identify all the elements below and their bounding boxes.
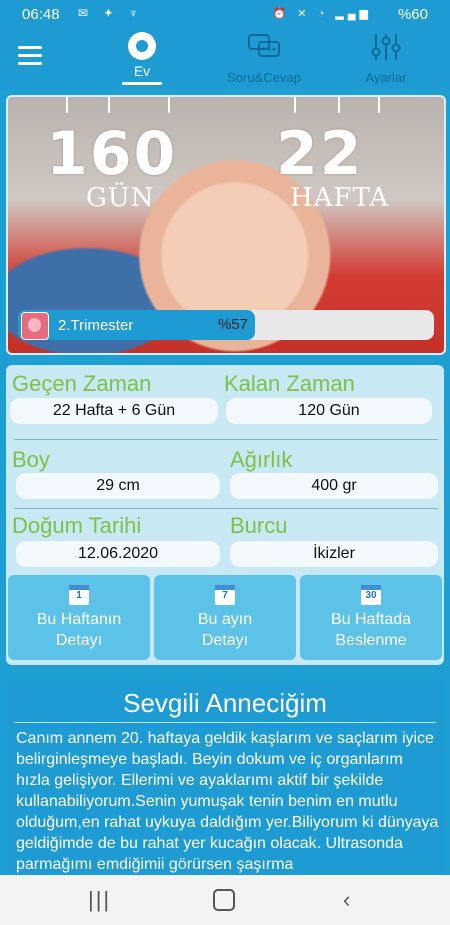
trimester-label: 2.Trimester (58, 317, 134, 334)
notification-icons: ✉ ✦ ♆ (78, 6, 144, 20)
chat-bubbles-icon (248, 34, 280, 57)
zodiac-value: İkizler (230, 541, 438, 567)
calendar-icon: 1 (69, 585, 89, 605)
status-time: 06:48 (22, 6, 60, 23)
height-label: Boy (12, 447, 50, 472)
pregnancy-info-card: Geçen Zaman 22 Hafta + 6 Gün Kalan Zaman… (6, 365, 444, 665)
battery-level: %60 (397, 6, 428, 23)
tab-settings-label: Ayarlar (365, 70, 407, 85)
back-icon[interactable]: ‹ (343, 887, 350, 913)
weight-label: Ağırlık (230, 447, 293, 472)
zodiac-label: Burcu (230, 513, 288, 538)
progress-percent: %57 (218, 316, 249, 333)
month-detail-button[interactable]: 7 Bu ayın Detayı (154, 575, 296, 660)
home-icon[interactable] (213, 889, 235, 911)
days-unit: GÜN (86, 183, 155, 213)
calendar-icon: 7 (215, 585, 235, 605)
button-label-line2: Detayı (201, 632, 249, 649)
status-bar: 06:48 ✉ ✦ ♆ ⏰ ✕ ◔ ▂▄▆ %60 (0, 0, 450, 28)
button-label-line1: Bu Haftanın (36, 611, 122, 628)
pregnancy-progress-bar: 2.Trimester %57 (18, 310, 434, 340)
due-date-value: 12.06.2020 (16, 541, 220, 567)
weeks-count: 22 (276, 119, 364, 189)
height-value: 29 cm (16, 473, 220, 499)
days-count: 160 (46, 119, 178, 189)
recent-apps-icon[interactable]: ||| (88, 887, 111, 913)
remaining-value: 120 Gün (226, 398, 432, 424)
letter-body: Canım annem 20. haftaya geldik kaşlarım … (16, 730, 439, 873)
hanging-string (168, 97, 170, 113)
divider (14, 508, 438, 509)
elapsed-label: Geçen Zaman (12, 371, 152, 396)
hanging-string (294, 97, 296, 113)
due-date-label: Doğum Tarihi (12, 513, 142, 538)
menu-icon[interactable] (18, 46, 42, 66)
week-detail-button[interactable]: 1 Bu Haftanın Detayı (8, 575, 150, 660)
hanging-string (66, 97, 68, 113)
top-navigation: Ev Soru&Cevap Ayarlar (0, 28, 450, 90)
sliders-icon (371, 34, 401, 60)
button-label-line2: Detayı (55, 632, 103, 649)
system-icons: ⏰ ✕ ◔ ▂▄▆ (272, 8, 372, 20)
system-navigation-bar: ||| ‹ (0, 875, 450, 925)
remaining-label: Kalan Zaman (224, 371, 355, 396)
tab-settings[interactable]: Ayarlar (356, 32, 416, 85)
button-label-line1: Bu Haftada (330, 611, 412, 628)
letter-card: Sevgili Anneciğim Canım annem 20. haftay… (6, 680, 444, 880)
tab-home[interactable]: Ev (112, 32, 172, 85)
weeks-unit: HAFTA (290, 183, 390, 213)
hanging-string (338, 97, 340, 113)
weight-value: 400 gr (230, 473, 438, 499)
baby-face-icon (128, 32, 156, 60)
button-label-line2: Beslenme (335, 632, 407, 649)
elapsed-value: 22 Hafta + 6 Gün (10, 398, 218, 424)
divider (14, 722, 436, 723)
divider (14, 439, 438, 440)
week-nutrition-button[interactable]: 30 Bu Haftada Beslenme (300, 575, 442, 660)
tab-home-label: Ev (122, 63, 162, 85)
calendar-icon: 30 (361, 585, 381, 605)
letter-title: Sevgili Anneciğim (123, 688, 327, 718)
button-label-line1: Bu ayın (197, 611, 253, 628)
hanging-string (378, 97, 380, 113)
fetus-icon (21, 312, 49, 340)
tab-question-answer[interactable]: Soru&Cevap (222, 32, 306, 85)
baby-hero-card: 160 GÜN 22 HAFTA 2.Trimester %57 (6, 95, 446, 355)
tab-qa-label: Soru&Cevap (227, 70, 301, 85)
hanging-string (108, 97, 110, 113)
